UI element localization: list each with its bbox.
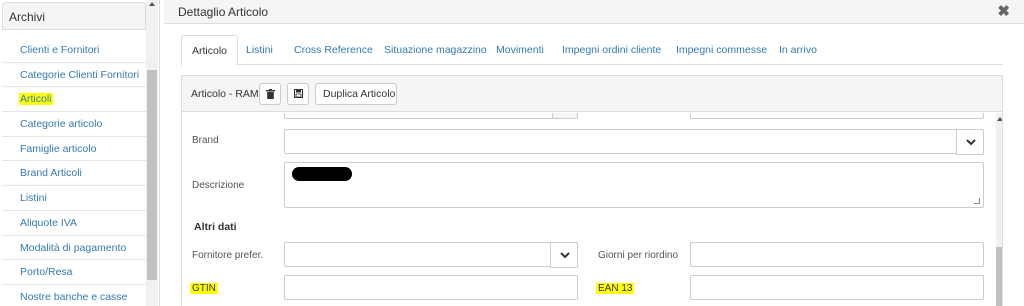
- sidebar-item-porto-resa[interactable]: Porto/Resa: [2, 260, 146, 285]
- tab-listini[interactable]: Listini: [246, 35, 273, 65]
- floppy-disk-icon: [294, 89, 303, 98]
- sidebar-scrollbar-thumb[interactable]: [147, 70, 157, 280]
- tab-articolo[interactable]: Articolo: [181, 35, 239, 66]
- page-title: Dettaglio Articolo: [178, 5, 269, 19]
- delete-button[interactable]: [259, 83, 281, 105]
- scroll-up-arrow-icon[interactable]: [997, 117, 1002, 121]
- reorder-days-label: Giorni per riordino: [598, 250, 679, 261]
- tab-bar: Articolo Listini Cross Reference Situazi…: [181, 35, 1003, 66]
- tab-in-arrivo[interactable]: In arrivo: [779, 35, 817, 65]
- sidebar-list: Clienti e Fornitori Categorie Clienti Fo…: [2, 38, 146, 306]
- tab-situazione-magazzino[interactable]: Situazione magazzino: [384, 35, 487, 65]
- sidebar-item-label[interactable]: Categorie articolo: [20, 118, 102, 130]
- detail-header: Dettaglio Articolo ✖: [164, 0, 1024, 24]
- tab-impegni-commesse[interactable]: Impegni commesse: [676, 35, 767, 65]
- detail-window: Dettaglio Articolo ✖ Articolo Listini Cr…: [163, 0, 1024, 306]
- brand-label: Brand: [192, 135, 219, 146]
- sidebar-item-label[interactable]: Brand Articoli: [20, 167, 82, 179]
- save-button[interactable]: [287, 83, 309, 105]
- top-left-field-button[interactable]: [552, 113, 578, 119]
- duplicate-article-button[interactable]: Duplica Articolo: [315, 83, 397, 105]
- sidebar-scrollbar[interactable]: [146, 0, 158, 306]
- article-panel: Articolo - RAM Duplica Articolo Brand De…: [181, 75, 1003, 306]
- brand-select[interactable]: [284, 129, 984, 155]
- supplier-label: Fornitore prefer.: [192, 250, 264, 261]
- tab-impegni-ordini-cliente[interactable]: Impegni ordini cliente: [562, 35, 661, 65]
- sidebar-item-brand-articoli[interactable]: Brand Articoli: [2, 161, 146, 187]
- section-title: Altri dati: [194, 221, 237, 233]
- sidebar-item-label[interactable]: Nostre banche e casse: [20, 291, 127, 303]
- sidebar-title: Archivi: [9, 10, 46, 24]
- top-right-field[interactable]: [690, 113, 984, 119]
- gtin-input[interactable]: [284, 275, 578, 300]
- close-icon[interactable]: ✖: [997, 2, 1010, 20]
- description-textarea[interactable]: [284, 162, 984, 208]
- sidebar-item-categorie-clienti-fornitori[interactable]: Categorie Clienti Fornitori: [2, 63, 146, 88]
- gtin-label: GTIN: [190, 283, 218, 294]
- chevron-down-icon: [560, 252, 570, 259]
- sidebar-item-label[interactable]: Porto/Resa: [20, 266, 73, 278]
- sidebar-item-clienti-fornitori[interactable]: Clienti e Fornitori: [2, 38, 146, 63]
- tab-cross-reference[interactable]: Cross Reference: [294, 35, 373, 65]
- description-label: Descrizione: [192, 180, 245, 191]
- trash-icon: [266, 89, 275, 99]
- form-area: Brand Descrizione Altri dati Fornitore p…: [182, 113, 1002, 306]
- panel-toolbar: Articolo - RAM Duplica Articolo: [182, 76, 1002, 112]
- sidebar-item-modalita-pagamento[interactable]: Modalità di pagamento: [2, 236, 146, 261]
- redacted-text: [292, 167, 352, 181]
- sidebar-item-label[interactable]: Aliquote IVA: [20, 217, 77, 229]
- duplicate-article-label: Duplica Articolo: [323, 88, 396, 100]
- sidebar-item-nostre-banche[interactable]: Nostre banche e casse: [2, 285, 146, 306]
- form-scrollbar-thumb[interactable]: [996, 247, 1002, 306]
- sidebar-item-label[interactable]: Clienti e Fornitori: [20, 44, 99, 56]
- scroll-up-arrow-icon[interactable]: [149, 2, 155, 6]
- reorder-days-input[interactable]: [690, 242, 984, 267]
- supplier-select[interactable]: [284, 242, 578, 268]
- gtin-label-text: GTIN: [190, 283, 218, 294]
- ean-label-text: EAN 13: [596, 283, 635, 294]
- chevron-down-icon: [966, 139, 976, 146]
- sidebar-header: Archivi: [2, 2, 146, 30]
- sidebar-item-articoli[interactable]: Articoli: [2, 87, 146, 113]
- sidebar-item-categorie-articolo[interactable]: Categorie articolo: [2, 112, 146, 137]
- sidebar-item-label[interactable]: Famiglie articolo: [20, 143, 96, 155]
- panel-title: Articolo - RAM: [191, 88, 259, 100]
- tab-movimenti[interactable]: Movimenti: [496, 35, 544, 65]
- ean-label: EAN 13: [596, 283, 635, 294]
- sidebar-item-label[interactable]: Categorie Clienti Fornitori: [20, 69, 139, 81]
- resize-handle-icon[interactable]: [974, 198, 980, 204]
- sidebar-item-label[interactable]: Articoli: [19, 93, 53, 106]
- top-left-field[interactable]: [284, 113, 578, 119]
- sidebar: Archivi Clienti e Fornitori Categorie Cl…: [0, 0, 160, 306]
- sidebar-item-label[interactable]: Modalità di pagamento: [20, 242, 126, 254]
- brand-dropdown-button[interactable]: [956, 129, 984, 155]
- form-scrollbar[interactable]: [996, 113, 1002, 306]
- sidebar-item-aliquote-iva[interactable]: Aliquote IVA: [2, 211, 146, 236]
- sidebar-item-label[interactable]: Listini: [20, 192, 47, 204]
- supplier-dropdown-button[interactable]: [550, 242, 578, 268]
- ean-input[interactable]: [690, 275, 984, 300]
- sidebar-item-famiglie-articolo[interactable]: Famiglie articolo: [2, 137, 146, 162]
- sidebar-item-listini[interactable]: Listini: [2, 186, 146, 211]
